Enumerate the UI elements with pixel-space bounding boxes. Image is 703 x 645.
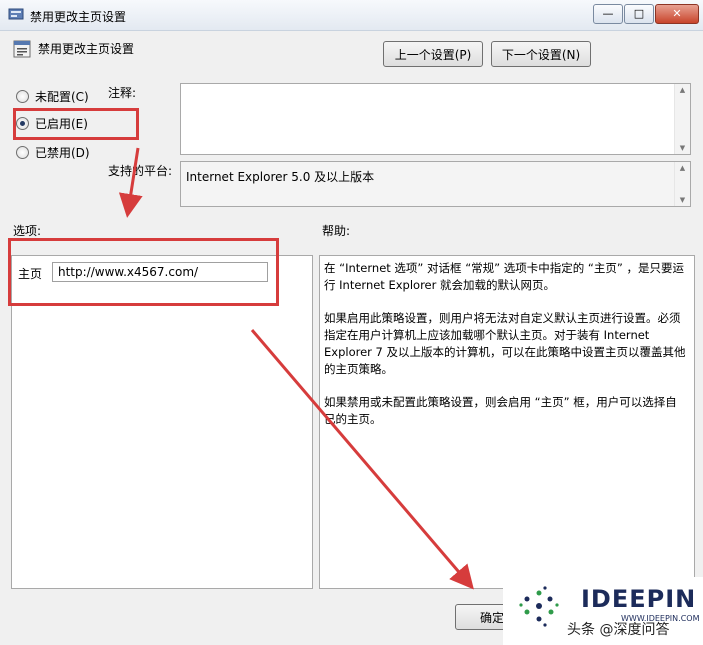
platform-scrollbar[interactable]: ▲ ▼ xyxy=(674,162,690,206)
help-text: 在 “Internet 选项” 对话框 “常规” 选项卡中指定的 “主页” ，是… xyxy=(324,260,686,444)
radio-circle xyxy=(16,90,29,103)
help-paragraph: 在 “Internet 选项” 对话框 “常规” 选项卡中指定的 “主页” ，是… xyxy=(324,261,684,292)
watermark-caption: 头条 @深度问答 xyxy=(567,622,670,638)
next-setting-button[interactable]: 下一个设置(N) xyxy=(491,41,591,67)
help-pane: 在 “Internet 选项” 对话框 “常规” 选项卡中指定的 “主页” ，是… xyxy=(319,255,695,589)
homepage-input[interactable] xyxy=(52,262,268,282)
policy-icon xyxy=(8,8,24,20)
help-label: 帮助: xyxy=(322,224,351,238)
radio-label: 已启用(E) xyxy=(35,117,88,131)
radio-disabled[interactable]: 已禁用(D) xyxy=(16,144,90,161)
watermark: IDEEPIN WWW.IDEEPIN.COM 头条 @深度问答 xyxy=(503,577,703,645)
comment-textarea[interactable]: ▲ ▼ xyxy=(180,83,691,155)
scroll-down-icon[interactable]: ▼ xyxy=(675,144,690,152)
platform-value: Internet Explorer 5.0 及以上版本 xyxy=(186,170,375,184)
brand-logo xyxy=(519,586,559,627)
maximize-button[interactable]: □ xyxy=(624,4,654,24)
scroll-down-icon[interactable]: ▼ xyxy=(675,196,690,204)
options-pane: 主页 xyxy=(11,255,313,589)
radio-label: 未配置(C) xyxy=(35,90,89,104)
scroll-up-icon[interactable]: ▲ xyxy=(675,86,690,94)
comment-label: 注释: xyxy=(108,86,137,100)
arrow-to-options xyxy=(118,147,143,218)
comment-scrollbar[interactable]: ▲ ▼ xyxy=(674,84,690,154)
radio-circle xyxy=(16,146,29,159)
homepage-label: 主页 xyxy=(18,267,43,281)
radio-circle-selected xyxy=(16,117,29,130)
setting-icon xyxy=(13,40,31,58)
radio-enabled[interactable]: 已启用(E) xyxy=(16,115,88,132)
window-controls: — □ ✕ xyxy=(593,4,699,24)
close-button[interactable]: ✕ xyxy=(655,4,699,24)
minimize-icon: — xyxy=(602,7,614,20)
maximize-icon: □ xyxy=(633,7,645,20)
previous-setting-button[interactable]: 上一个设置(P) xyxy=(383,41,483,67)
options-label: 选项: xyxy=(13,224,42,238)
title-bar[interactable]: 禁用更改主页设置 — □ ✕ xyxy=(0,0,703,31)
minimize-button[interactable]: — xyxy=(593,4,623,24)
radio-label: 已禁用(D) xyxy=(35,146,90,160)
setting-title: 禁用更改主页设置 xyxy=(38,42,135,56)
close-icon: ✕ xyxy=(672,7,682,20)
help-paragraph: 如果启用此策略设置，则用户将无法对自定义默认主页进行设置。必须指定在用户计算机上… xyxy=(324,311,686,376)
radio-not-configured[interactable]: 未配置(C) xyxy=(16,88,89,105)
platform-label: 支持的平台: xyxy=(108,164,173,178)
window-title: 禁用更改主页设置 xyxy=(30,10,127,24)
platform-field: Internet Explorer 5.0 及以上版本 ▲ ▼ xyxy=(180,161,691,207)
scroll-up-icon[interactable]: ▲ xyxy=(675,164,690,172)
brand-name: IDEEPIN xyxy=(581,585,697,613)
help-paragraph: 如果禁用或未配置此策略设置，则会启用 “主页” 框，用户可以选择自己的主页。 xyxy=(324,395,677,426)
